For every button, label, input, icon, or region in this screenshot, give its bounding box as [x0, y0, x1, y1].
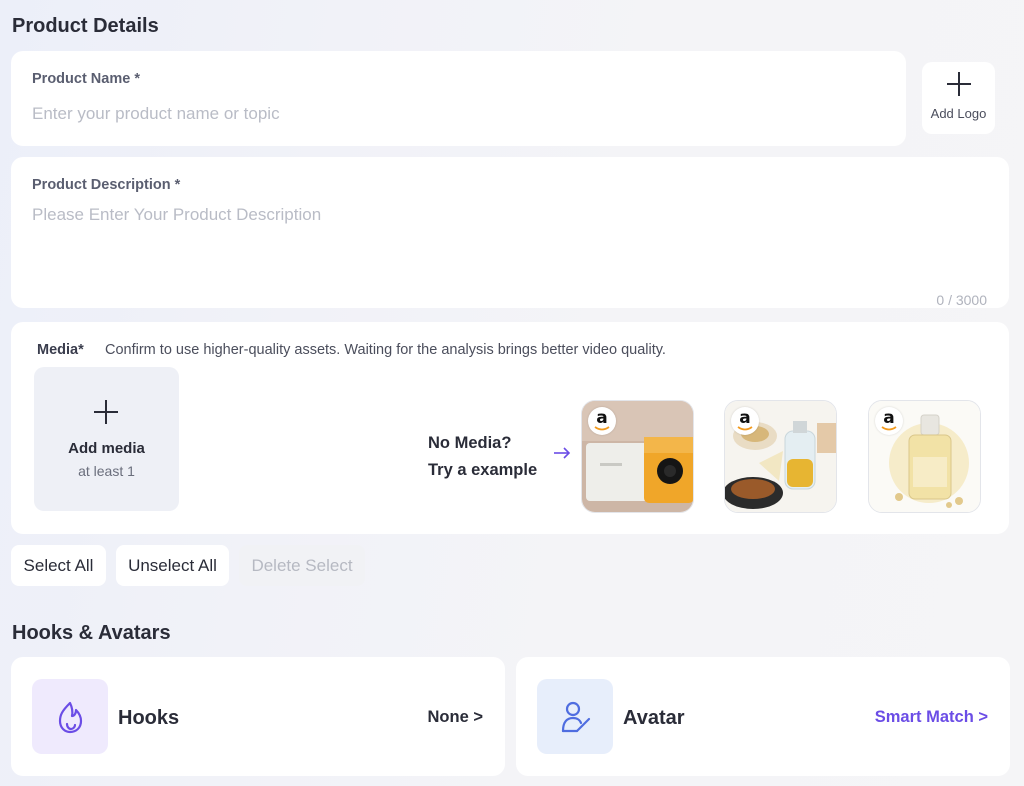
- amazon-badge-icon: a: [588, 407, 616, 435]
- unselect-all-button[interactable]: Unselect All: [116, 545, 229, 586]
- avatar-label: Avatar: [623, 707, 685, 729]
- example-media-serum[interactable]: a: [868, 400, 981, 513]
- avatar-value[interactable]: Smart Match >: [875, 708, 988, 727]
- add-media-button[interactable]: Add media at least 1: [34, 367, 179, 511]
- plus-icon: [947, 72, 971, 96]
- hooks-value[interactable]: None >: [428, 708, 483, 727]
- hooks-label: Hooks: [118, 707, 180, 729]
- media-section: Media* Confirm to use higher-quality ass…: [11, 322, 1009, 534]
- product-name-input[interactable]: Enter your product name or topic: [32, 104, 280, 124]
- media-label: Media*: [37, 342, 84, 358]
- add-media-title: Add media: [68, 440, 145, 457]
- add-media-subtitle: at least 1: [78, 463, 135, 479]
- product-name-label: Product Name *: [32, 71, 140, 87]
- product-description-label: Product Description *: [32, 177, 181, 193]
- amazon-badge-icon: a: [731, 407, 759, 435]
- select-all-button[interactable]: Select All: [11, 545, 106, 586]
- example-media-oil-sprayer[interactable]: a: [724, 400, 837, 513]
- product-description-input[interactable]: Please Enter Your Product Description: [32, 205, 321, 225]
- character-counter: 0 / 3000: [936, 292, 987, 308]
- plus-icon: [94, 400, 118, 424]
- amazon-badge-icon: a: [875, 407, 903, 435]
- add-logo-button[interactable]: Add Logo: [922, 62, 995, 134]
- user-icon: [537, 679, 613, 754]
- hooks-card[interactable]: Hooks None >: [11, 657, 505, 776]
- example-media-projector[interactable]: a: [581, 400, 694, 513]
- arrow-right-icon: [554, 447, 571, 459]
- delete-select-button[interactable]: Delete Select: [239, 545, 365, 586]
- product-name-field[interactable]: Product Name * Enter your product name o…: [11, 51, 906, 146]
- flame-icon: [32, 679, 108, 754]
- product-description-field[interactable]: Product Description * Please Enter Your …: [11, 157, 1009, 308]
- media-hint: Confirm to use higher-quality assets. Wa…: [105, 342, 666, 358]
- no-media-text: No Media?: [428, 434, 512, 452]
- hooks-avatars-title: Hooks & Avatars: [12, 622, 171, 644]
- try-example-text: Try a example: [428, 461, 538, 479]
- avatar-card[interactable]: Avatar Smart Match >: [516, 657, 1010, 776]
- page-title: Product Details: [12, 15, 159, 37]
- add-logo-label: Add Logo: [930, 106, 987, 121]
